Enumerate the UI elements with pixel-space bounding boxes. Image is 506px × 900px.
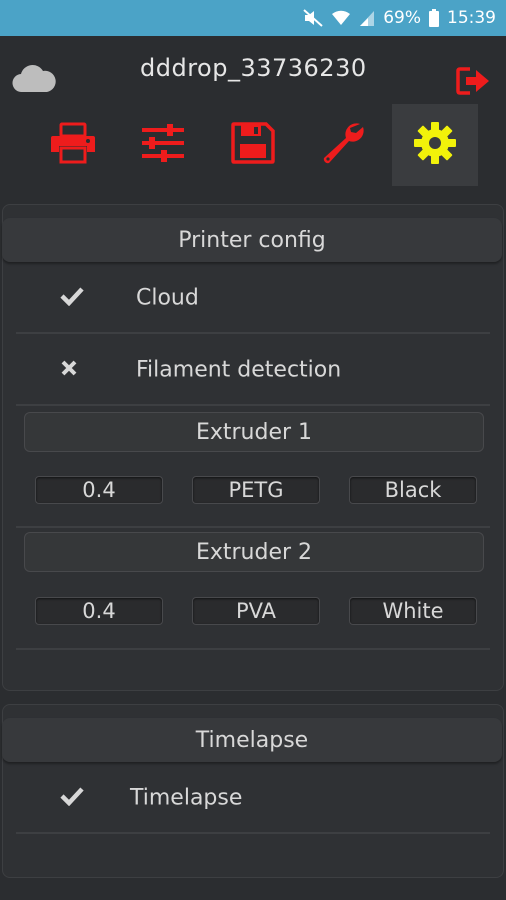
app-header: dddrop_33736230 (0, 36, 506, 186)
wifi-icon (331, 9, 351, 27)
printer-icon (49, 122, 97, 168)
sliders-icon (141, 123, 185, 167)
extruder-2-nozzle[interactable]: 0.4 (35, 597, 163, 625)
tab-storage[interactable] (210, 104, 296, 186)
logout-icon[interactable] (456, 66, 492, 100)
filament-detection-label: Filament detection (136, 357, 342, 383)
device-name: dddrop_33736230 (140, 54, 367, 82)
gear-icon (413, 121, 457, 169)
divider (16, 648, 490, 650)
tab-print[interactable] (30, 104, 116, 186)
extruder-1-material[interactable]: PETG (192, 476, 320, 504)
tab-settings[interactable] (392, 104, 478, 186)
check-icon[interactable] (60, 286, 84, 310)
timelapse-title: Timelapse (2, 718, 502, 762)
printer-config-title: Printer config (2, 218, 502, 262)
extruder-1-heading: Extruder 1 (24, 412, 484, 452)
tab-tools[interactable] (300, 104, 386, 186)
battery-icon (429, 9, 439, 27)
mute-icon (303, 9, 323, 27)
battery-level: 69% (383, 8, 421, 28)
setting-row-filament-detection[interactable]: Filament detection (16, 336, 490, 406)
status-bar: 69% 15:39 (0, 0, 506, 36)
tab-controls[interactable] (120, 104, 206, 186)
cross-icon[interactable] (60, 359, 78, 381)
check-icon[interactable] (60, 786, 84, 810)
extruder-2-color[interactable]: White (349, 597, 477, 625)
extruder-2-heading: Extruder 2 (24, 532, 484, 572)
timelapse-label: Timelapse (130, 785, 243, 811)
clock: 15:39 (447, 8, 496, 28)
save-icon (231, 122, 275, 168)
extruder-1-nozzle[interactable]: 0.4 (35, 476, 163, 504)
extruder-1-color[interactable]: Black (349, 476, 477, 504)
cloud-label: Cloud (136, 285, 199, 311)
signal-icon (359, 9, 375, 27)
wrench-icon (320, 120, 366, 170)
extruder-2-material[interactable]: PVA (192, 597, 320, 625)
setting-row-cloud[interactable]: Cloud (16, 264, 490, 334)
cloud-icon[interactable] (12, 62, 56, 98)
divider (16, 526, 490, 528)
setting-row-timelapse[interactable]: Timelapse (16, 764, 490, 834)
